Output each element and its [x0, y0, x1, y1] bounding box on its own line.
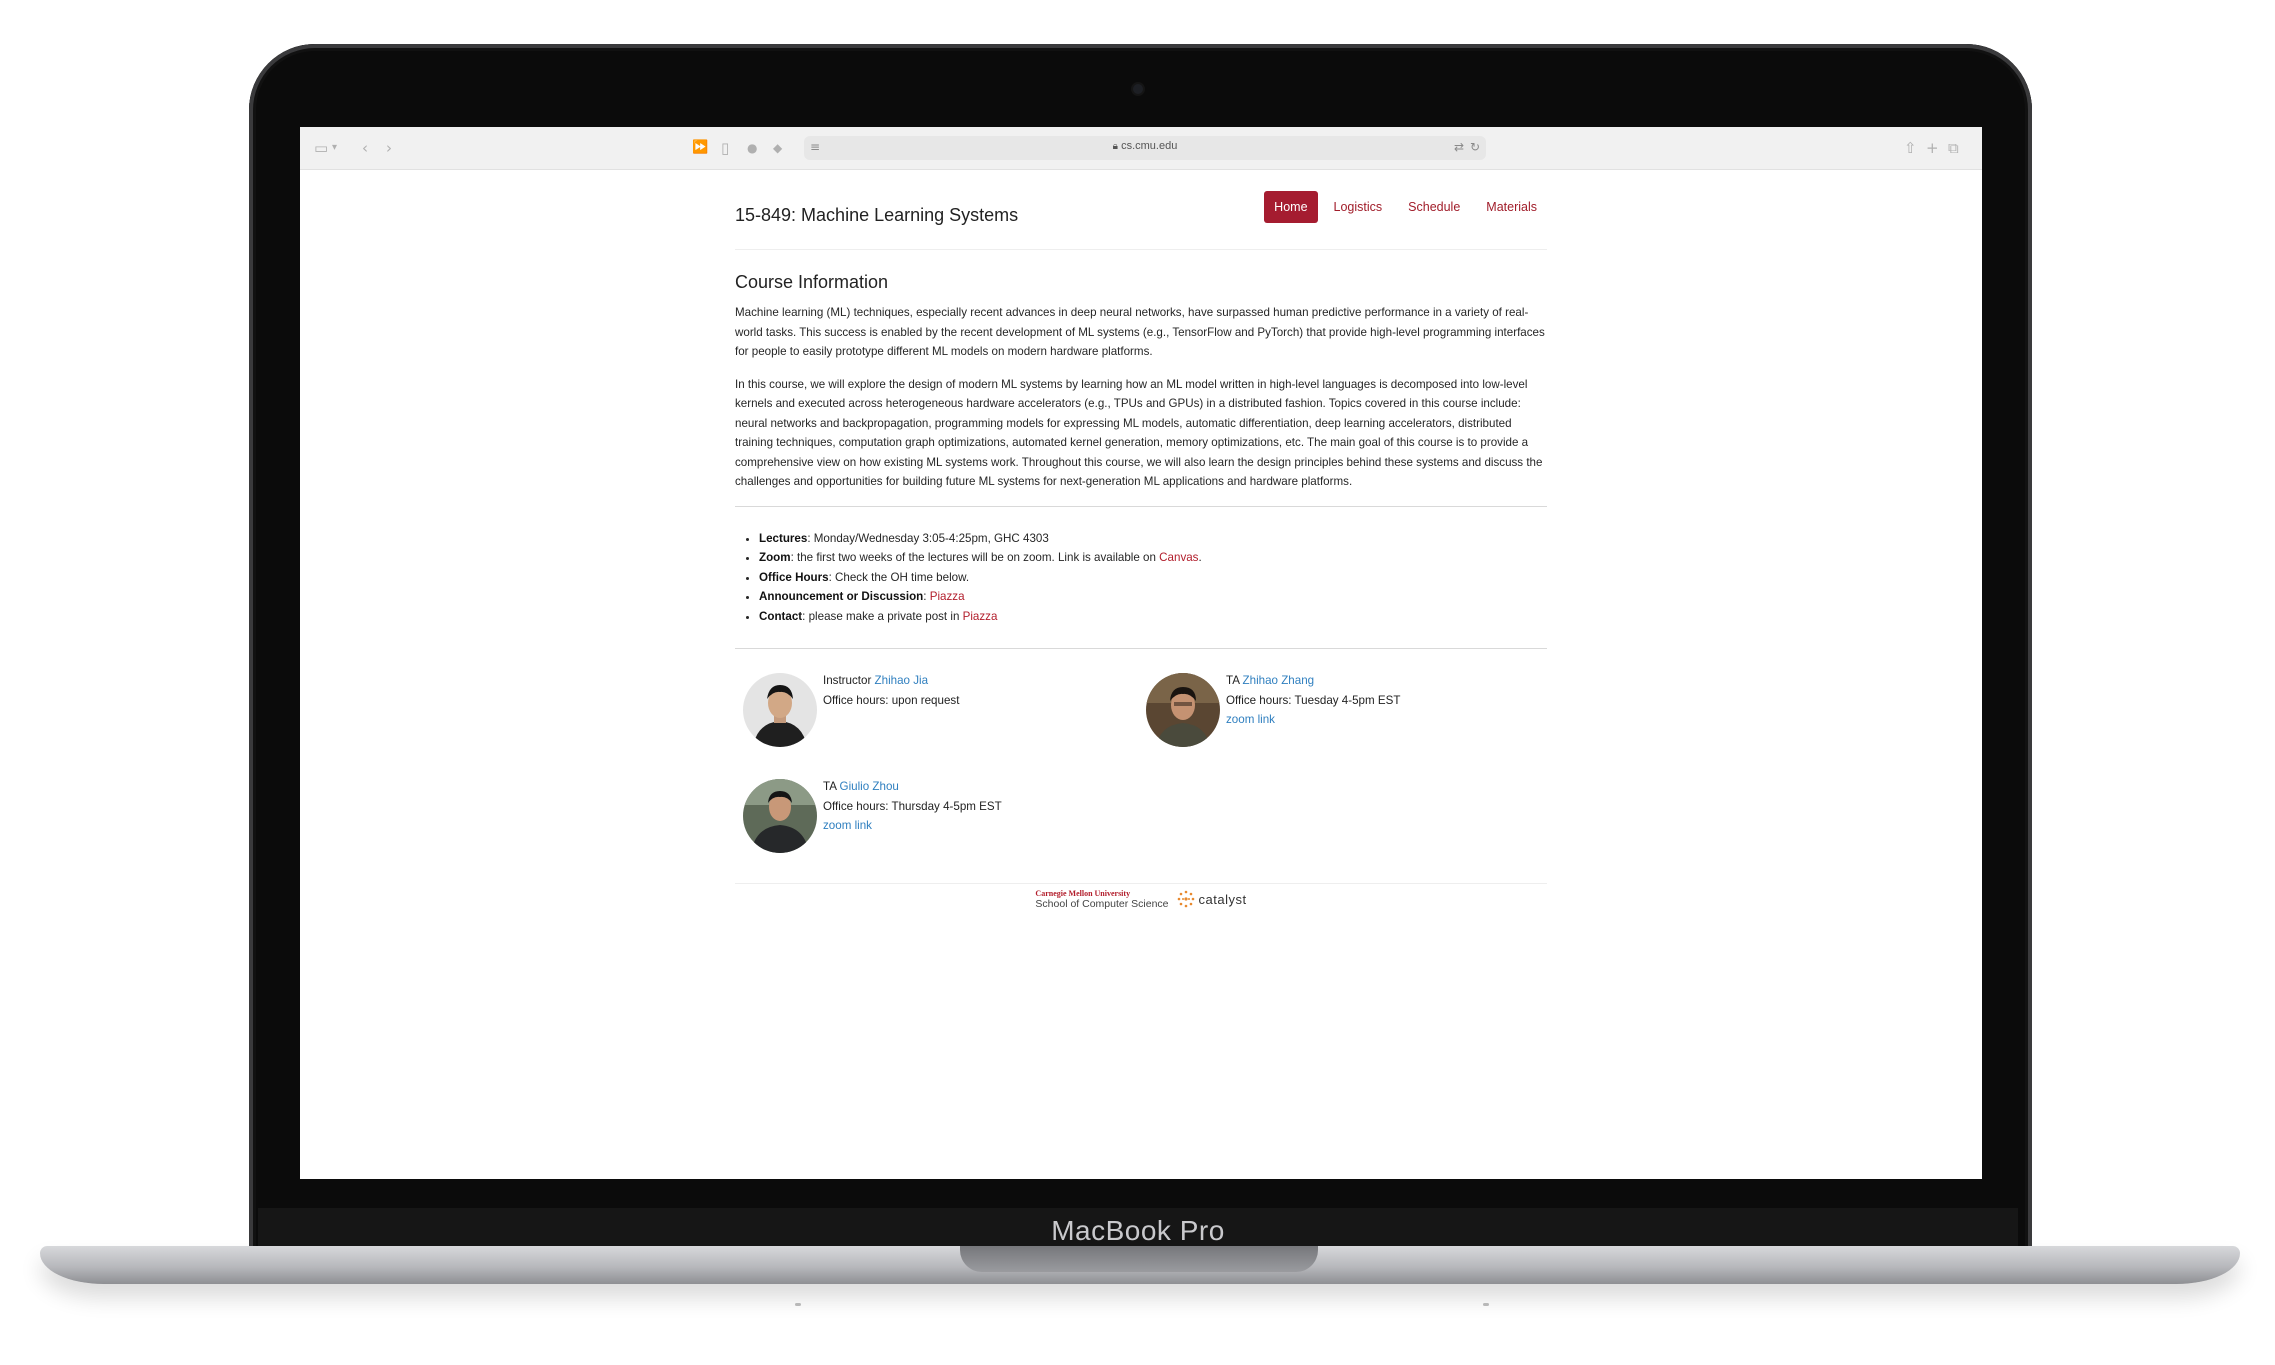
new-tab-icon[interactable]: + — [1926, 140, 1939, 156]
extension-icon[interactable]: ● — [747, 140, 757, 156]
laptop-foot — [795, 1303, 801, 1306]
extension-2-icon[interactable]: ◆ — [773, 140, 782, 156]
nav-logistics[interactable]: Logistics — [1324, 191, 1393, 223]
person-card: Instructor Zhihao Jia Office hours: upon… — [735, 673, 1115, 763]
person-card: TA Zhihao Zhang Office hours: Tuesday 4-… — [1138, 673, 1518, 763]
office-hours-label: Office Hours — [759, 570, 829, 584]
zoom-link[interactable]: zoom link — [823, 816, 1002, 836]
zoom-label: Zoom — [759, 551, 791, 564]
canvas-link[interactable]: Canvas — [1159, 551, 1198, 564]
footer-logos: Carnegie Mellon University School of Com… — [735, 888, 1547, 910]
avatar-photo — [743, 673, 817, 747]
list-item: Announcement or Discussion: Piazza — [759, 587, 1547, 607]
lid-notch — [960, 1246, 1318, 1272]
course-description-2: In this course, we will explore the desi… — [735, 377, 1543, 489]
office-hours-value: : Check the OH time below. — [828, 570, 970, 584]
list-item: Office Hours: Check the OH time below. — [759, 568, 1547, 588]
piazza-link[interactable]: Piazza — [930, 590, 965, 603]
divider — [735, 648, 1547, 649]
lectures-label: Lectures — [759, 531, 808, 545]
piazza-contact-link[interactable]: Piazza — [963, 610, 998, 623]
list-item: Contact: please make a private post in P… — [759, 607, 1547, 627]
share-icon[interactable]: ⇧ — [1904, 140, 1917, 156]
contact-label: Contact — [759, 609, 803, 623]
catalyst-text: catalyst — [1198, 891, 1247, 907]
person-role: TA — [823, 780, 840, 793]
person-info: TA Giulio Zhou Office hours: Thursday 4-… — [823, 777, 1002, 836]
avatar — [1146, 673, 1220, 747]
page-content: 15-849: Machine Learning Systems Home Lo… — [735, 169, 1547, 923]
main-nav: Home Logistics Schedule Materials — [1264, 191, 1547, 223]
reload-icon[interactable]: ↻ — [1470, 140, 1480, 154]
footer-divider — [735, 883, 1547, 884]
catalyst-icon — [1177, 890, 1194, 908]
list-item: Zoom: the first two weeks of the lecture… — [759, 548, 1547, 568]
person-name-link[interactable]: Zhihao Jia — [875, 674, 929, 687]
contact-value: : please make a private post in — [802, 609, 963, 623]
person-office-hours: Office hours: Thursday 4-5pm EST — [823, 799, 1002, 813]
site-header: 15-849: Machine Learning Systems Home Lo… — [735, 169, 1547, 250]
lock-icon: 🔒︎ — [1112, 141, 1118, 152]
person-info: TA Zhihao Zhang Office hours: Tuesday 4-… — [1226, 671, 1400, 730]
chevron-down-icon[interactable]: ▾ — [332, 140, 337, 156]
avatar-photo — [743, 779, 817, 853]
zoom-suffix: . — [1198, 551, 1202, 564]
screen: ▭ ▾ ‹ › ⏩ ▯ ● ◆ ≡ 🔒︎ cs.cmu.edu ⇄ ↻ ⇧ + … — [300, 127, 1982, 1179]
person-office-hours: Office hours: Tuesday 4-5pm EST — [1226, 693, 1401, 707]
forward-icon[interactable]: › — [386, 140, 392, 156]
page-icon[interactable]: ▯ — [721, 140, 729, 156]
course-info-heading: Course Information — [735, 272, 889, 292]
catalyst-logo[interactable]: catalyst — [1177, 888, 1247, 910]
laptop-foot — [1483, 1303, 1489, 1306]
site-title[interactable]: 15-849: Machine Learning Systems — [735, 205, 1018, 226]
person-office-hours: Office hours: upon request — [823, 693, 960, 707]
person-name-link[interactable]: Zhihao Zhang — [1243, 674, 1315, 687]
avatar-photo — [1146, 673, 1220, 747]
course-description-1: Machine learning (ML) techniques, especi… — [735, 306, 1545, 358]
cmu-scs-logo[interactable]: Carnegie Mellon University School of Com… — [1035, 888, 1168, 910]
camera-icon — [1133, 84, 1143, 94]
logistics-list: Lectures: Monday/Wednesday 3:05-4:25pm, … — [735, 529, 1547, 627]
avatar — [743, 779, 817, 853]
person-card: TA Giulio Zhou Office hours: Thursday 4-… — [735, 779, 1115, 869]
address-url[interactable]: 🔒︎ cs.cmu.edu — [804, 140, 1486, 152]
address-bar[interactable]: ≡ 🔒︎ cs.cmu.edu ⇄ ↻ — [804, 136, 1486, 160]
people-section: Instructor Zhihao Jia Office hours: upon… — [735, 673, 1547, 883]
nav-schedule[interactable]: Schedule — [1398, 191, 1470, 223]
person-info: Instructor Zhihao Jia Office hours: upon… — [823, 671, 959, 710]
divider — [735, 505, 1547, 507]
list-item: Lectures: Monday/Wednesday 3:05-4:25pm, … — [759, 529, 1547, 549]
url-text: cs.cmu.edu — [1121, 140, 1178, 152]
skip-icon[interactable]: ⏩ — [692, 140, 708, 156]
tab-overview-icon[interactable]: ⧉ — [1948, 140, 1959, 156]
nav-materials[interactable]: Materials — [1476, 191, 1547, 223]
browser-toolbar: ▭ ▾ ‹ › ⏩ ▯ ● ◆ ≡ 🔒︎ cs.cmu.edu ⇄ ↻ ⇧ + … — [300, 127, 1982, 170]
person-role: Instructor — [823, 674, 875, 687]
back-icon[interactable]: ‹ — [362, 140, 368, 156]
cmu-logo-line2: School of Computer Science — [1035, 898, 1169, 910]
nav-home[interactable]: Home — [1264, 191, 1318, 223]
avatar — [743, 673, 817, 747]
person-name-link[interactable]: Giulio Zhou — [840, 780, 899, 793]
zoom-value: : the first two weeks of the lectures wi… — [790, 551, 1160, 564]
zoom-link[interactable]: zoom link — [1226, 710, 1400, 730]
lectures-value: : Monday/Wednesday 3:05-4:25pm, GHC 4303 — [807, 531, 1049, 545]
sidebar-icon[interactable]: ▭ — [314, 140, 328, 156]
translate-icon[interactable]: ⇄ — [1454, 140, 1464, 154]
model-name: MacBook Pro — [1051, 1215, 1225, 1246]
announcement-label: Announcement or Discussion — [759, 590, 924, 603]
person-role: TA — [1226, 674, 1243, 687]
site-footer: Carnegie Mellon University School of Com… — [735, 883, 1547, 923]
